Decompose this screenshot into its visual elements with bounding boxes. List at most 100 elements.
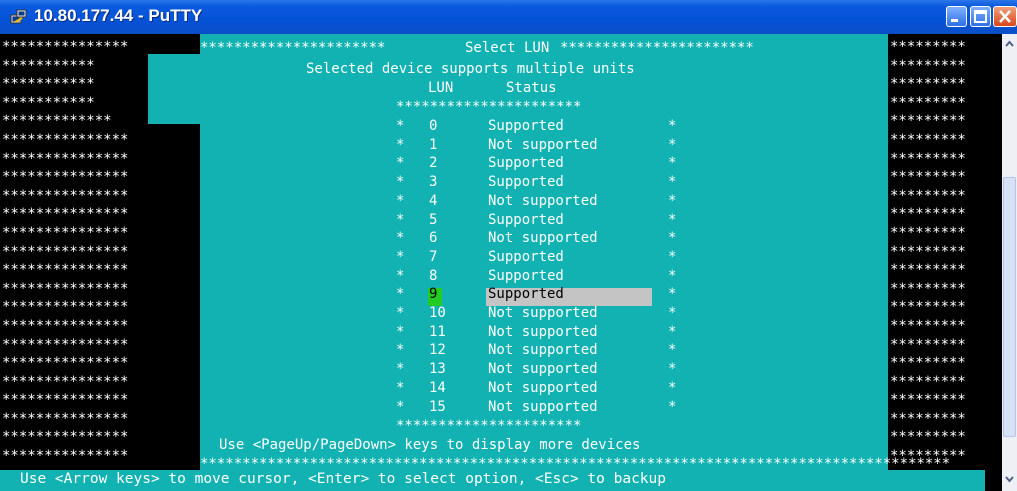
scroll-down-icon[interactable]: [1003, 472, 1016, 486]
lun-number: 5: [429, 211, 438, 228]
right-border-pattern: ********* ********* ********* ********* …: [890, 39, 966, 465]
lun-number: 9: [429, 286, 438, 303]
lun-row[interactable]: * 6 Not supported *: [396, 230, 686, 248]
row-border-left: *: [396, 192, 405, 209]
window-title: 10.80.177.44 - PuTTY: [34, 6, 203, 25]
close-icon: [999, 10, 1011, 23]
lun-row[interactable]: * 2 Supported *: [396, 155, 686, 173]
row-border-left: *: [396, 342, 405, 359]
lun-status: Not supported: [488, 398, 598, 415]
dialog-header: Select LUN: [465, 40, 550, 56]
lun-row[interactable]: * 10 Not supported *: [396, 305, 686, 323]
lun-status: Not supported: [488, 192, 598, 209]
row-border-right: *: [668, 342, 677, 359]
dialog-subtitle: Selected device supports multiple units: [306, 61, 635, 77]
lun-status: Supported: [488, 155, 564, 172]
lun-row[interactable]: * 14 Not supported *: [396, 380, 686, 398]
terminal-area[interactable]: *************** *********** *********** …: [0, 34, 1002, 491]
maximize-icon: [974, 10, 987, 23]
row-border-left: *: [396, 379, 405, 396]
row-border-left: *: [396, 155, 405, 172]
row-border-left: *: [396, 230, 405, 247]
row-border-right: *: [668, 305, 677, 321]
lun-status: Supported: [488, 174, 564, 191]
lun-row[interactable]: * 8 Supported *: [396, 268, 686, 286]
close-button[interactable]: [993, 6, 1017, 27]
row-border-right: *: [668, 211, 677, 228]
lun-number: 3: [429, 174, 438, 191]
lun-row[interactable]: * 7 Supported *: [396, 249, 686, 267]
dialog-header-border: **********************: [200, 40, 386, 56]
title-bar[interactable]: 10.80.177.44 - PuTTY: [0, 0, 1017, 34]
lun-status: Supported: [488, 248, 564, 265]
vertical-scrollbar[interactable]: [1002, 34, 1017, 491]
lun-number: 7: [429, 248, 438, 265]
row-border-left: *: [396, 286, 405, 303]
row-border-right: *: [668, 248, 677, 265]
status-bar: Use <Arrow keys> to move cursor, <Enter>…: [0, 470, 985, 491]
row-border-left: *: [396, 118, 405, 134]
row-border-right: *: [668, 398, 677, 415]
lun-row[interactable]: * 13 Not supported *: [396, 361, 686, 379]
lun-number: 10: [429, 305, 446, 321]
row-border-left: *: [396, 248, 405, 265]
lun-row[interactable]: * 9 Supported *: [396, 286, 686, 304]
lun-number: 12: [429, 342, 446, 359]
lun-row[interactable]: * 4 Not supported *: [396, 193, 686, 211]
row-border-left: *: [396, 136, 405, 153]
lun-status: Supported: [488, 118, 564, 134]
minimize-icon: [951, 19, 958, 22]
lun-column-header: LUN: [428, 80, 454, 96]
table-bottom-border: **********************: [396, 418, 582, 434]
row-border-left: *: [396, 174, 405, 191]
maximize-button[interactable]: [970, 6, 991, 27]
row-border-right: *: [668, 361, 677, 378]
row-border-right: *: [668, 379, 677, 396]
lun-status: Not supported: [488, 323, 598, 340]
row-border-right: *: [668, 136, 677, 153]
putty-icon: [10, 9, 27, 24]
scroll-up-icon[interactable]: [1003, 37, 1016, 51]
row-border-right: *: [668, 230, 677, 247]
lun-status: Not supported: [488, 379, 598, 396]
row-border-right: *: [668, 155, 677, 172]
lun-row[interactable]: * 12 Not supported *: [396, 342, 686, 360]
table-top-border: **********************: [396, 99, 582, 115]
dialog-notch: [148, 54, 200, 124]
lun-status: Not supported: [488, 305, 598, 321]
lun-status: Supported: [488, 267, 564, 284]
row-border-left: *: [396, 267, 405, 284]
lun-status: Not supported: [488, 136, 598, 153]
row-border-right: *: [668, 174, 677, 191]
lun-status: Not supported: [488, 342, 598, 359]
row-border-right: *: [668, 118, 677, 134]
lun-number: 0: [429, 118, 438, 134]
row-border-right: *: [668, 323, 677, 340]
row-border-right: *: [668, 192, 677, 209]
lun-row[interactable]: * 5 Supported *: [396, 212, 686, 230]
row-border-left: *: [396, 361, 405, 378]
lun-row[interactable]: * 11 Not supported *: [396, 324, 686, 342]
lun-row[interactable]: * 15 Not supported *: [396, 399, 686, 417]
row-border-left: *: [396, 211, 405, 228]
lun-number: 4: [429, 192, 438, 209]
row-border-right: *: [668, 286, 677, 303]
scroll-thumb[interactable]: [1003, 177, 1016, 437]
lun-number: 15: [429, 398, 446, 415]
status-column-header: Status: [506, 80, 557, 96]
row-border-left: *: [396, 305, 405, 321]
paging-hint: Use <PageUp/PageDown> keys to display mo…: [219, 437, 641, 453]
lun-status: Supported: [488, 211, 564, 228]
lun-number: 6: [429, 230, 438, 247]
left-border-pattern: *************** *********** *********** …: [2, 39, 129, 465]
lun-status: Supported: [488, 286, 564, 303]
minimize-button[interactable]: [946, 6, 967, 27]
lun-row[interactable]: * 0 Supported *: [396, 118, 686, 136]
row-border-left: *: [396, 398, 405, 415]
lun-row[interactable]: * 3 Supported *: [396, 174, 686, 192]
lun-row[interactable]: * 1 Not supported *: [396, 137, 686, 155]
lun-number: 1: [429, 136, 438, 153]
lun-number: 14: [429, 379, 446, 396]
lun-number: 8: [429, 267, 438, 284]
row-border-right: *: [668, 267, 677, 284]
